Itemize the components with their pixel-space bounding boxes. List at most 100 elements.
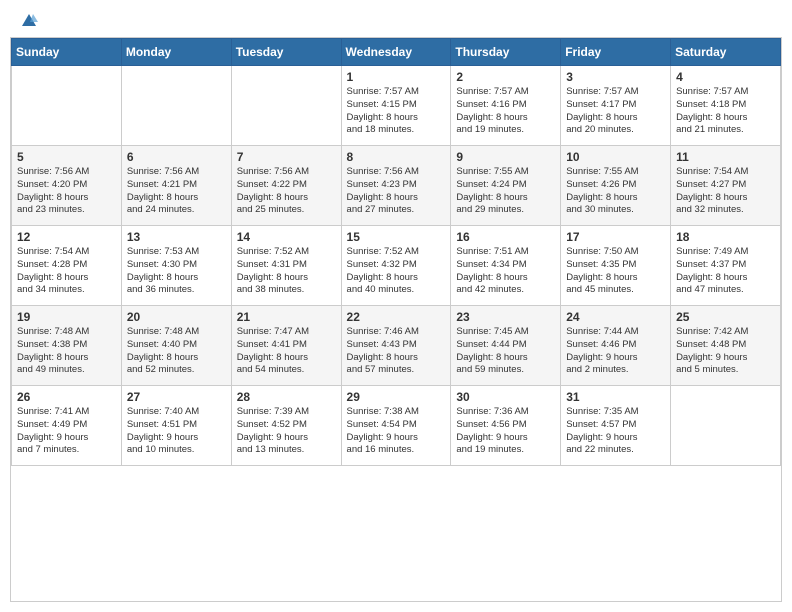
day-cell: 11 Sunrise: 7:54 AM Sunset: 4:27 PM Dayli…: [671, 146, 781, 226]
day-cell: 15 Sunrise: 7:52 AM Sunset: 4:32 PM Dayli…: [341, 226, 451, 306]
day-cell: 8Sunrise: 7:56 AM Sunset: 4:23 PM Daylig…: [341, 146, 451, 226]
day-info: Sunrise: 7:42 AM Sunset: 4:48 PM Dayligh…: [676, 326, 775, 377]
day-number: 2: [456, 70, 555, 84]
day-cell: 18Sunrise: 7:49 AM Sunset: 4:37 PM Dayli…: [671, 226, 781, 306]
day-cell: 31 Sunrise: 7:35 AM Sunset: 4:57 PM Dayli…: [561, 386, 671, 466]
day-cell: 2 Sunrise: 7:57 AM Sunset: 4:16 PM Daylig…: [451, 66, 561, 146]
page: SundayMondayTuesdayWednesdayThursdayFrid…: [0, 0, 792, 612]
day-number: 4: [676, 70, 775, 84]
day-number: 5: [17, 150, 116, 164]
day-cell: [12, 66, 122, 146]
week-row-4: 19Sunrise: 7:48 AM Sunset: 4:38 PM Dayli…: [12, 306, 781, 386]
day-info: Sunrise: 7:57 AM Sunset: 4:16 PM Dayligh…: [456, 86, 555, 137]
week-row-2: 5 Sunrise: 7:56 AM Sunset: 4:20 PM Daylig…: [12, 146, 781, 226]
day-info: Sunrise: 7:56 AM Sunset: 4:23 PM Dayligh…: [347, 166, 446, 217]
day-number: 15: [347, 230, 446, 244]
day-info: Sunrise: 7:46 AM Sunset: 4:43 PM Dayligh…: [347, 326, 446, 377]
weekday-header-row: SundayMondayTuesdayWednesdayThursdayFrid…: [12, 39, 781, 66]
day-info: Sunrise: 7:56 AM Sunset: 4:22 PM Dayligh…: [237, 166, 336, 217]
day-cell: 6 Sunrise: 7:56 AM Sunset: 4:21 PM Daylig…: [121, 146, 231, 226]
day-cell: 29 Sunrise: 7:38 AM Sunset: 4:54 PM Dayli…: [341, 386, 451, 466]
day-number: 10: [566, 150, 665, 164]
day-number: 14: [237, 230, 336, 244]
day-info: Sunrise: 7:47 AM Sunset: 4:41 PM Dayligh…: [237, 326, 336, 377]
day-info: Sunrise: 7:44 AM Sunset: 4:46 PM Dayligh…: [566, 326, 665, 377]
day-info: Sunrise: 7:57 AM Sunset: 4:17 PM Dayligh…: [566, 86, 665, 137]
logo: [18, 12, 38, 31]
day-info: Sunrise: 7:35 AM Sunset: 4:57 PM Dayligh…: [566, 406, 665, 457]
day-cell: 25 Sunrise: 7:42 AM Sunset: 4:48 PM Dayli…: [671, 306, 781, 386]
day-info: Sunrise: 7:55 AM Sunset: 4:24 PM Dayligh…: [456, 166, 555, 217]
week-row-3: 12 Sunrise: 7:54 AM Sunset: 4:28 PM Dayli…: [12, 226, 781, 306]
day-cell: 19Sunrise: 7:48 AM Sunset: 4:38 PM Dayli…: [12, 306, 122, 386]
day-cell: 13Sunrise: 7:53 AM Sunset: 4:30 PM Dayli…: [121, 226, 231, 306]
day-cell: 24 Sunrise: 7:44 AM Sunset: 4:46 PM Dayli…: [561, 306, 671, 386]
day-cell: [121, 66, 231, 146]
day-cell: 5 Sunrise: 7:56 AM Sunset: 4:20 PM Daylig…: [12, 146, 122, 226]
day-cell: 27Sunrise: 7:40 AM Sunset: 4:51 PM Dayli…: [121, 386, 231, 466]
day-number: 6: [127, 150, 226, 164]
day-number: 3: [566, 70, 665, 84]
day-number: 28: [237, 390, 336, 404]
weekday-header-sunday: Sunday: [12, 39, 122, 66]
day-info: Sunrise: 7:36 AM Sunset: 4:56 PM Dayligh…: [456, 406, 555, 457]
day-info: Sunrise: 7:57 AM Sunset: 4:15 PM Dayligh…: [347, 86, 446, 137]
day-info: Sunrise: 7:52 AM Sunset: 4:31 PM Dayligh…: [237, 246, 336, 297]
day-info: Sunrise: 7:54 AM Sunset: 4:27 PM Dayligh…: [676, 166, 775, 217]
day-number: 16: [456, 230, 555, 244]
calendar: SundayMondayTuesdayWednesdayThursdayFrid…: [10, 37, 782, 602]
day-number: 25: [676, 310, 775, 324]
day-number: 31: [566, 390, 665, 404]
day-cell: 10 Sunrise: 7:55 AM Sunset: 4:26 PM Dayli…: [561, 146, 671, 226]
day-cell: 16 Sunrise: 7:51 AM Sunset: 4:34 PM Dayli…: [451, 226, 561, 306]
day-number: 23: [456, 310, 555, 324]
day-number: 12: [17, 230, 116, 244]
weekday-header-monday: Monday: [121, 39, 231, 66]
weekday-header-wednesday: Wednesday: [341, 39, 451, 66]
day-cell: 23 Sunrise: 7:45 AM Sunset: 4:44 PM Dayli…: [451, 306, 561, 386]
day-number: 20: [127, 310, 226, 324]
day-cell: 22 Sunrise: 7:46 AM Sunset: 4:43 PM Dayli…: [341, 306, 451, 386]
day-number: 24: [566, 310, 665, 324]
header: [0, 0, 792, 37]
day-info: Sunrise: 7:39 AM Sunset: 4:52 PM Dayligh…: [237, 406, 336, 457]
weekday-header-saturday: Saturday: [671, 39, 781, 66]
day-cell: 20 Sunrise: 7:48 AM Sunset: 4:40 PM Dayli…: [121, 306, 231, 386]
day-number: 29: [347, 390, 446, 404]
day-cell: 4 Sunrise: 7:57 AM Sunset: 4:18 PM Daylig…: [671, 66, 781, 146]
day-info: Sunrise: 7:52 AM Sunset: 4:32 PM Dayligh…: [347, 246, 446, 297]
day-info: Sunrise: 7:48 AM Sunset: 4:38 PM Dayligh…: [17, 326, 116, 377]
day-number: 9: [456, 150, 555, 164]
day-info: Sunrise: 7:53 AM Sunset: 4:30 PM Dayligh…: [127, 246, 226, 297]
day-cell: 21 Sunrise: 7:47 AM Sunset: 4:41 PM Dayli…: [231, 306, 341, 386]
day-info: Sunrise: 7:56 AM Sunset: 4:21 PM Dayligh…: [127, 166, 226, 217]
day-cell: 30Sunrise: 7:36 AM Sunset: 4:56 PM Dayli…: [451, 386, 561, 466]
day-number: 26: [17, 390, 116, 404]
day-info: Sunrise: 7:57 AM Sunset: 4:18 PM Dayligh…: [676, 86, 775, 137]
day-number: 27: [127, 390, 226, 404]
day-cell: 17Sunrise: 7:50 AM Sunset: 4:35 PM Dayli…: [561, 226, 671, 306]
day-info: Sunrise: 7:51 AM Sunset: 4:34 PM Dayligh…: [456, 246, 555, 297]
day-info: Sunrise: 7:38 AM Sunset: 4:54 PM Dayligh…: [347, 406, 446, 457]
day-cell: 1 Sunrise: 7:57 AM Sunset: 4:15 PM Daylig…: [341, 66, 451, 146]
day-number: 1: [347, 70, 446, 84]
logo-icon: [20, 12, 38, 30]
day-info: Sunrise: 7:55 AM Sunset: 4:26 PM Dayligh…: [566, 166, 665, 217]
weekday-header-tuesday: Tuesday: [231, 39, 341, 66]
day-cell: 9 Sunrise: 7:55 AM Sunset: 4:24 PM Daylig…: [451, 146, 561, 226]
day-number: 21: [237, 310, 336, 324]
day-number: 11: [676, 150, 775, 164]
day-cell: 3 Sunrise: 7:57 AM Sunset: 4:17 PM Daylig…: [561, 66, 671, 146]
day-cell: 12 Sunrise: 7:54 AM Sunset: 4:28 PM Dayli…: [12, 226, 122, 306]
day-info: Sunrise: 7:56 AM Sunset: 4:20 PM Dayligh…: [17, 166, 116, 217]
day-info: Sunrise: 7:54 AM Sunset: 4:28 PM Dayligh…: [17, 246, 116, 297]
week-row-1: 1 Sunrise: 7:57 AM Sunset: 4:15 PM Daylig…: [12, 66, 781, 146]
weekday-header-friday: Friday: [561, 39, 671, 66]
day-info: Sunrise: 7:45 AM Sunset: 4:44 PM Dayligh…: [456, 326, 555, 377]
day-number: 22: [347, 310, 446, 324]
day-cell: 26Sunrise: 7:41 AM Sunset: 4:49 PM Dayli…: [12, 386, 122, 466]
day-info: Sunrise: 7:48 AM Sunset: 4:40 PM Dayligh…: [127, 326, 226, 377]
week-row-5: 26Sunrise: 7:41 AM Sunset: 4:49 PM Dayli…: [12, 386, 781, 466]
weekday-header-thursday: Thursday: [451, 39, 561, 66]
day-info: Sunrise: 7:49 AM Sunset: 4:37 PM Dayligh…: [676, 246, 775, 297]
